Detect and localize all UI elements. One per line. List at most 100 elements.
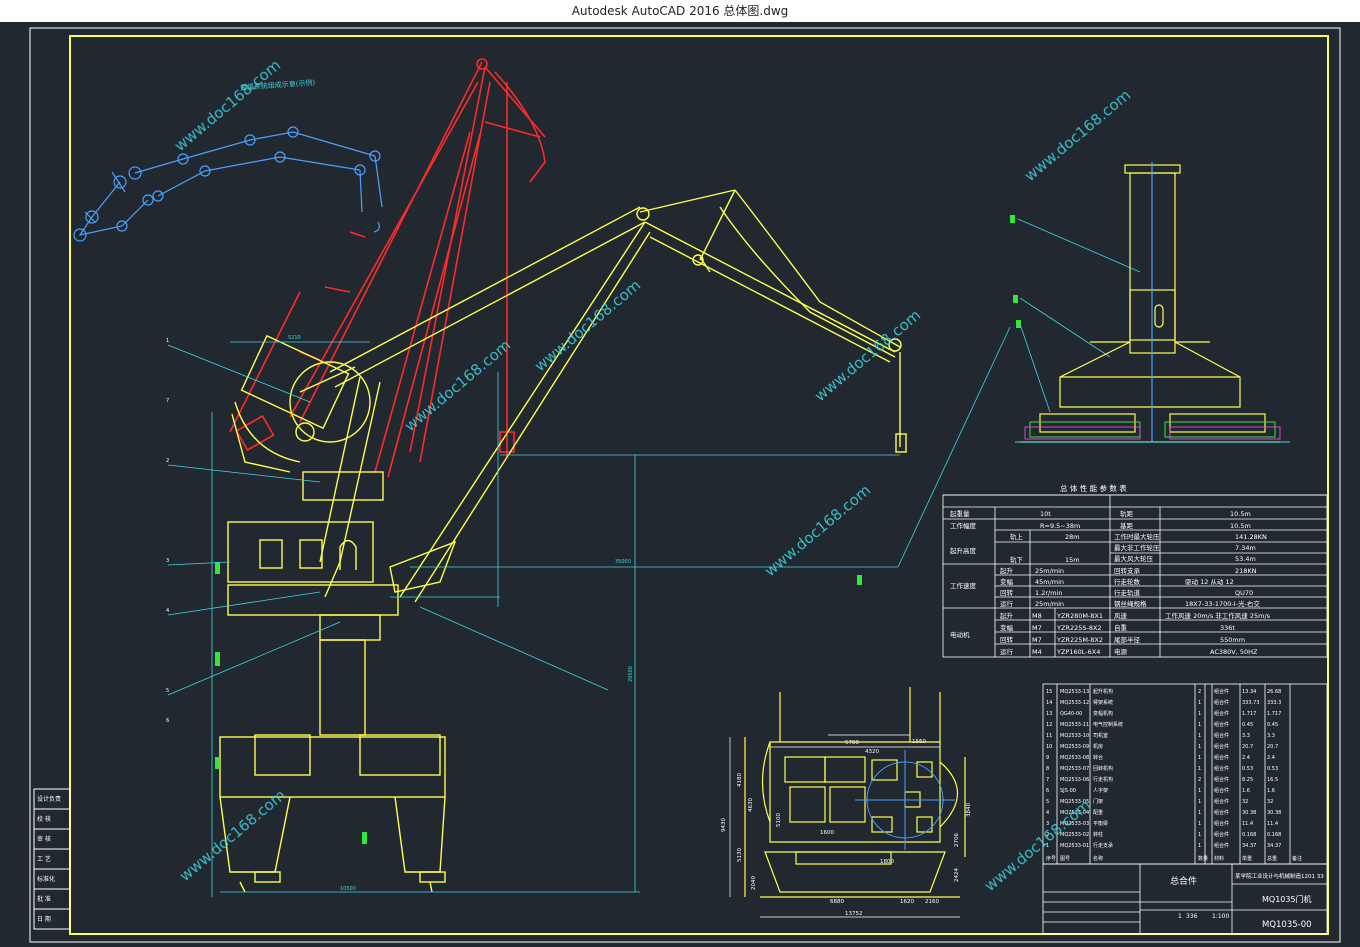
parts-cell: 10 xyxy=(1046,744,1052,750)
plan-dim: 1560 xyxy=(912,739,926,745)
perf-table-title: 总 体 性 能 参 数 表 xyxy=(1060,483,1127,493)
parts-cell: 组合件 xyxy=(1214,754,1229,761)
callout-label: 5 xyxy=(166,688,169,694)
perf-cell: 驱动 12 从动 12 xyxy=(1185,578,1234,586)
perf-cell: 45m/min xyxy=(1035,578,1064,586)
parts-cell: 0.168 xyxy=(1242,832,1256,838)
perf-cell: 218KN xyxy=(1235,567,1257,575)
parts-cell: 15 xyxy=(1046,689,1052,695)
parts-cell: MQ2533-09 xyxy=(1060,744,1089,750)
watermark-text: www.doc168.com xyxy=(1021,86,1134,185)
perf-cell: 起升 xyxy=(1000,611,1014,620)
perf-cell: 10.5m xyxy=(1230,510,1251,518)
parts-cell: 0.45 xyxy=(1267,722,1278,728)
dim-boom-top: 5210 xyxy=(288,335,301,341)
parts-cell: 平衡梁 xyxy=(1093,820,1108,827)
perf-cell: 10.5m xyxy=(1230,522,1251,530)
parts-cell: 1.6 xyxy=(1267,788,1275,794)
perf-cell: AC380V, 50HZ xyxy=(1210,648,1258,656)
perf-cell: 基距 xyxy=(1120,521,1134,530)
parts-cell: 人字架 xyxy=(1093,787,1108,794)
plan-dim: 1800 xyxy=(880,859,894,865)
stamp-label: 工 艺 xyxy=(37,855,51,863)
parts-cell: 1 xyxy=(1198,766,1201,772)
parts-cell: 组合件 xyxy=(1214,776,1229,783)
parts-cell: 8 xyxy=(1046,766,1049,772)
parts-cell: 7 xyxy=(1046,777,1049,783)
parts-cell: 回转机构 xyxy=(1093,765,1113,772)
parts-cell: 4 xyxy=(1046,810,1049,816)
parts-cell: 2 xyxy=(1198,689,1201,695)
watermark-text: www.doc168.com xyxy=(176,786,289,885)
parts-cell: 6 xyxy=(1046,788,1049,794)
perf-cell: 18X7-33-1700-I-光-右交 xyxy=(1185,599,1260,608)
perf-cell: R=9.5~38m xyxy=(1040,522,1080,530)
callout-label: 6 xyxy=(166,718,169,724)
perf-cell: 电动机 xyxy=(950,630,970,639)
parts-cell: QG40-00 xyxy=(1060,711,1082,717)
parts-cell: 5 xyxy=(1046,799,1049,805)
parts-cell: 1 xyxy=(1198,832,1201,838)
parts-cell: 组合件 xyxy=(1214,798,1229,805)
parts-cell: 1 xyxy=(1198,733,1201,739)
parts-cell: 机房 xyxy=(1093,743,1103,750)
parts-cell: 组合件 xyxy=(1214,732,1229,739)
dim-height: 20500 xyxy=(628,666,634,682)
parts-cell: 1 xyxy=(1198,788,1201,794)
parts-cell: 1 xyxy=(1198,722,1201,728)
perf-cell: 最大风大轮压 xyxy=(1114,554,1154,563)
parts-cell: 行走支承 xyxy=(1093,842,1113,849)
stamp-label: 日 期 xyxy=(37,915,51,923)
parts-cell: 1 xyxy=(1198,821,1201,827)
parts-cell: 32 xyxy=(1242,799,1248,805)
parts-cell: 行走机构 xyxy=(1093,776,1113,783)
parts-cell: 转台 xyxy=(1093,754,1103,761)
plan-dim: 4320 xyxy=(865,749,879,755)
callout-label: 3 xyxy=(166,558,169,564)
parts-cell: 组合件 xyxy=(1214,721,1229,728)
perf-cell: 回转 xyxy=(1000,635,1014,644)
perf-cell: 回转 xyxy=(1000,588,1014,597)
perf-cell: 变幅 xyxy=(1000,623,1014,632)
perf-cell: 运行 xyxy=(1000,647,1014,656)
callout-label: 1 xyxy=(166,338,169,344)
parts-cell: 8.25 xyxy=(1242,777,1253,783)
stamp-label: 设计负责 xyxy=(37,795,61,803)
plan-view xyxy=(744,687,966,898)
title-block-code: MQ1035-00 xyxy=(1262,920,1312,930)
plan-dim: 1620 xyxy=(900,899,914,905)
parts-cell: 26.68 xyxy=(1267,689,1281,695)
parts-cell: 32 xyxy=(1267,799,1273,805)
parts-cell: 3.3 xyxy=(1242,733,1250,739)
stamp-label: 校 核 xyxy=(37,815,51,823)
parts-cell: 组合件 xyxy=(1214,765,1229,772)
parts-cell: SJS-00 xyxy=(1060,788,1076,794)
title-block-org: 某学院工业设计与机械制造1201 33 xyxy=(1235,872,1324,880)
title-block-weight: 336 xyxy=(1186,913,1198,920)
perf-cell: 25m/min xyxy=(1035,567,1064,575)
perf-cell: 自重 xyxy=(1114,623,1128,632)
parts-cell: 13.34 xyxy=(1242,689,1256,695)
parts-cell: 34.37 xyxy=(1242,843,1256,849)
perf-cell: YZP160L-6X4 xyxy=(1056,648,1100,656)
plan-dim-vertical: 4630 xyxy=(748,798,754,812)
front-elevation-view xyxy=(1020,162,1280,443)
cad-drawing-canvas[interactable]: 设计负责校 核审 核工 艺标准化批 准日 期 变幅系统组成示意(示例) 5210… xyxy=(0,22,1360,947)
perf-cell: 起重量 xyxy=(950,510,970,518)
parts-cell: 司机室 xyxy=(1093,732,1108,739)
perf-cell: 25m/min xyxy=(1035,600,1064,608)
parts-cell: 组合件 xyxy=(1214,809,1229,816)
parts-cell: 20.7 xyxy=(1242,744,1253,750)
parts-cell: 9 xyxy=(1046,755,1049,761)
perf-cell: 工作速度 xyxy=(950,581,977,590)
parts-cell: 0.168 xyxy=(1267,832,1281,838)
stamp-label: 批 准 xyxy=(37,895,51,903)
parts-cell: 30.38 xyxy=(1267,810,1281,816)
parts-cell: 电气控制系统 xyxy=(1093,721,1123,728)
perf-cell: 550mm xyxy=(1220,636,1245,644)
perf-cell: 7.34m xyxy=(1235,544,1256,552)
parts-cell: 门架 xyxy=(1093,798,1103,805)
plan-dim: 6880 xyxy=(830,899,844,905)
parts-cell: 0.53 xyxy=(1267,766,1278,772)
plan-dim: 1600 xyxy=(820,830,834,836)
